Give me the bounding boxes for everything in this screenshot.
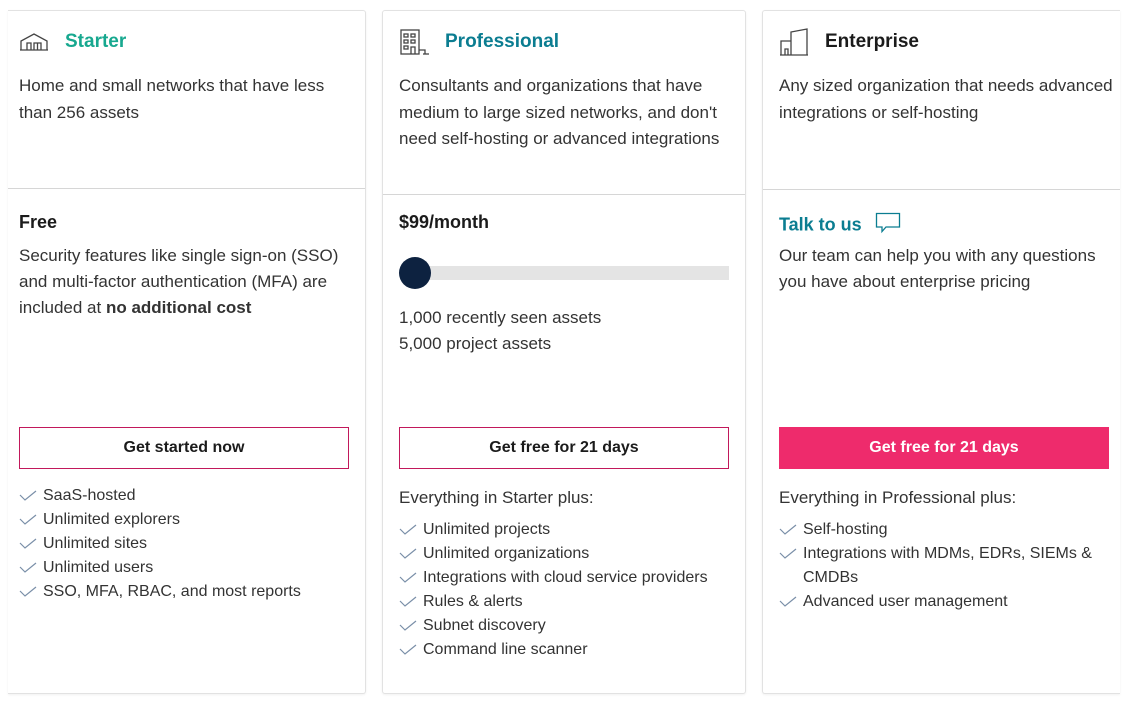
check-icon	[779, 590, 799, 614]
feature-item: Subnet discovery	[399, 614, 739, 638]
professional-description: Consultants and organizations that have …	[399, 76, 720, 148]
starter-plan-name: Starter	[65, 31, 127, 52]
check-icon	[399, 614, 419, 638]
talk-to-us-link[interactable]: Talk to us	[779, 212, 901, 239]
feature-item: Advanced user management	[779, 590, 1094, 614]
enterprise-description: Any sized organization that needs advanc…	[779, 76, 1113, 122]
enterprise-header: Enterprise Any sized organization that n…	[763, 11, 1120, 190]
feature-item: Command line scanner	[399, 638, 739, 662]
feature-item: Unlimited explorers	[19, 508, 359, 532]
check-icon	[19, 556, 39, 580]
check-icon	[19, 580, 39, 604]
professional-header: Professional Consultants and organizatio…	[383, 11, 745, 195]
feature-label: SSO, MFA, RBAC, and most reports	[43, 583, 301, 600]
starter-price-text: Security features like single sign-on (S…	[19, 243, 359, 321]
professional-free-trial-button[interactable]: Get free for 21 days	[399, 427, 729, 469]
professional-feature-list: Unlimited projects Unlimited organization…	[399, 518, 739, 662]
feature-label: Unlimited sites	[43, 535, 148, 552]
asset-count-slider[interactable]	[399, 257, 729, 289]
skyscraper-icon	[779, 27, 813, 57]
feature-item: SSO, MFA, RBAC, and most reports	[19, 580, 359, 604]
feature-label: Rules & alerts	[423, 593, 523, 610]
recently-seen-assets: 1,000 recently seen assets	[399, 308, 602, 327]
home-network-icon	[19, 27, 53, 57]
get-started-now-button[interactable]: Get started now	[19, 427, 349, 469]
check-icon	[399, 566, 419, 590]
feature-item: SaaS-hosted	[19, 484, 359, 508]
feature-label: Integrations with cloud service provider…	[423, 569, 708, 586]
professional-plan-card: Professional Consultants and organizatio…	[382, 10, 746, 694]
enterprise-title-row: Enterprise	[779, 27, 919, 57]
enterprise-feature-list: Self-hosting Integrations with MDMs, EDRs…	[779, 518, 1094, 614]
feature-item: Self-hosting	[779, 518, 1094, 542]
enterprise-price-text: Our team can help you with any questions…	[779, 246, 1096, 291]
feature-label: Integrations with MDMs, EDRs, SIEMs & CM…	[803, 545, 1092, 586]
enterprise-plan-name: Enterprise	[825, 31, 919, 52]
feature-item: Unlimited organizations	[399, 542, 739, 566]
feature-label: Unlimited users	[43, 559, 154, 576]
check-icon	[399, 638, 419, 662]
professional-plan-name: Professional	[445, 31, 560, 52]
feature-label: Unlimited projects	[423, 521, 551, 538]
starter-feature-list: SaaS-hosted Unlimited explorers Unlimited …	[19, 484, 359, 604]
enterprise-features-intro: Everything in Professional plus:	[779, 488, 1017, 507]
check-icon	[779, 542, 799, 566]
starter-description: Home and small networks that have less t…	[19, 76, 325, 122]
feature-label: Command line scanner	[423, 641, 588, 658]
chat-bubble-icon[interactable]	[875, 212, 901, 239]
professional-price: $99/month	[399, 212, 490, 232]
feature-item: Unlimited projects	[399, 518, 739, 542]
check-icon	[399, 518, 419, 542]
office-building-icon	[399, 27, 433, 57]
feature-label: SaaS-hosted	[43, 487, 136, 504]
feature-label: Advanced user management	[803, 593, 1008, 610]
check-icon	[19, 508, 39, 532]
enterprise-plan-card: Enterprise Any sized organization that n…	[762, 10, 1120, 694]
slider-track[interactable]	[407, 266, 729, 280]
talk-to-us-label[interactable]: Talk to us	[779, 214, 862, 234]
check-icon	[19, 532, 39, 556]
feature-label: Subnet discovery	[423, 617, 546, 634]
slider-thumb[interactable]	[399, 257, 431, 289]
feature-label: Self-hosting	[803, 521, 888, 538]
feature-item: Unlimited sites	[19, 532, 359, 556]
professional-title-row: Professional	[399, 27, 559, 57]
feature-label: Unlimited organizations	[423, 545, 590, 562]
starter-plan-card: Starter Home and small networks that hav…	[8, 10, 366, 694]
feature-item: Integrations with cloud service provider…	[399, 566, 739, 590]
enterprise-free-trial-button[interactable]: Get free for 21 days	[779, 427, 1109, 469]
feature-item: Integrations with MDMs, EDRs, SIEMs & CM…	[779, 542, 1094, 590]
feature-item: Unlimited users	[19, 556, 359, 580]
starter-price-text-bold: no additional cost	[105, 298, 252, 317]
check-icon	[19, 484, 39, 508]
check-icon	[399, 590, 419, 614]
project-assets: 5,000 project assets	[399, 334, 552, 353]
professional-asset-info: 1,000 recently seen assets 5,000 project…	[399, 305, 601, 357]
check-icon	[399, 542, 419, 566]
starter-header: Starter Home and small networks that hav…	[8, 11, 365, 189]
starter-title-row: Starter	[19, 27, 126, 57]
starter-price: Free	[19, 212, 58, 232]
professional-features-intro: Everything in Starter plus:	[399, 488, 594, 507]
feature-label: Unlimited explorers	[43, 511, 180, 528]
feature-item: Rules & alerts	[399, 590, 739, 614]
check-icon	[779, 518, 799, 542]
